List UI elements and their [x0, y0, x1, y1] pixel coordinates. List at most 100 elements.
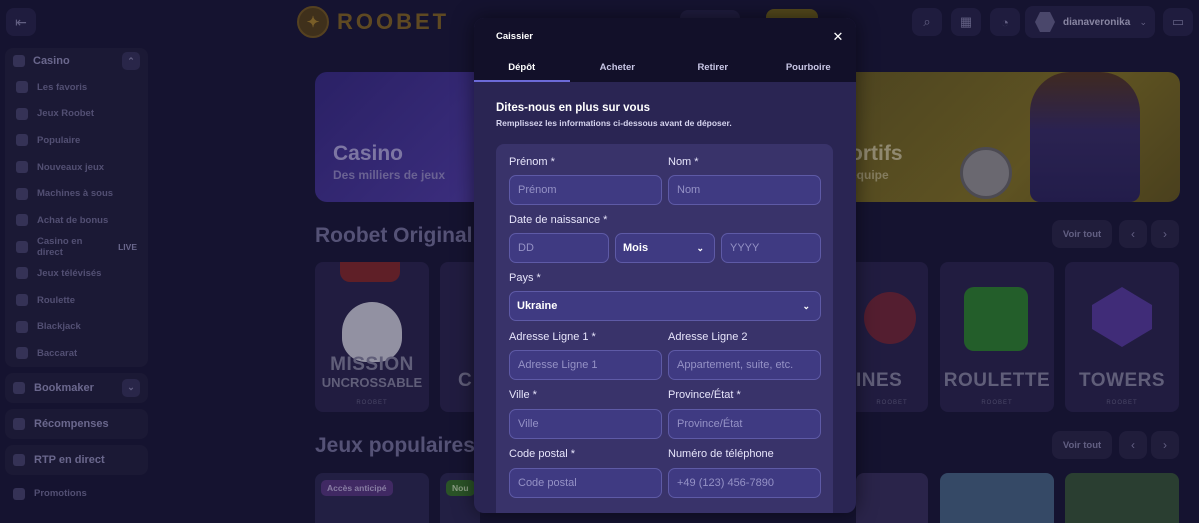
soccer-ball-image [960, 147, 1012, 199]
roobet-logo-icon: ✦ [297, 6, 329, 38]
sidebar-item-label: Les favoris [37, 81, 88, 93]
user-menu[interactable]: dianaveronika ⌄ [1025, 6, 1155, 38]
casino-icon [13, 55, 25, 67]
sidebar-item-icon [16, 214, 28, 227]
country-select[interactable]: Ukraine ⌄ [509, 291, 821, 321]
postal-code-input[interactable]: Code postal [509, 468, 662, 498]
dob-year-input[interactable]: YYYY [721, 233, 821, 263]
sidebar-item-icon [16, 161, 28, 174]
kyc-form: Prénom * Nom * Prénom Nom Date de naissa… [496, 144, 833, 513]
modal-body: Dites-nous en plus sur vous Remplissez l… [474, 82, 856, 513]
first-name-input[interactable]: Prénom [509, 175, 662, 205]
phone-input[interactable]: +49 (123) 456-7890 [668, 468, 821, 498]
logo[interactable]: ✦ ROOBET [297, 6, 449, 38]
game-title: TOWERS [1078, 370, 1166, 391]
collapse-sidebar-icon[interactable]: ⇤ [6, 8, 36, 36]
chevron-down-icon: ⌄ [1139, 16, 1147, 27]
sidebar-bookmaker[interactable]: Bookmaker ⌄ [5, 372, 148, 403]
tab-deposit[interactable]: Dépôt [474, 56, 570, 82]
sidebar-item[interactable]: Baccarat [5, 340, 148, 367]
sidebar-item[interactable]: Roulette [5, 287, 148, 314]
popular-game-card[interactable] [856, 473, 928, 523]
address1-input[interactable]: Adresse Ligne 1 [509, 350, 662, 380]
province-input[interactable]: Province/État [668, 409, 821, 439]
chevron-right-icon[interactable]: › [1151, 220, 1179, 248]
new-badge: Nou [446, 480, 475, 496]
chevron-left-icon[interactable]: ‹ [1119, 220, 1147, 248]
sidebar-item[interactable]: Les favoris [5, 74, 148, 101]
casino-banner-subtitle: Des milliers de jeux [333, 168, 446, 182]
modal-title: Caissier [496, 31, 533, 42]
sidebar-item[interactable]: Jeux Roobet [5, 101, 148, 128]
roulette-art [964, 287, 1028, 351]
originals-see-all-button[interactable]: Voir tout [1052, 220, 1112, 248]
user-avatar-icon [1035, 12, 1055, 32]
popular-game-card[interactable] [940, 473, 1054, 523]
chicken-art [342, 302, 402, 362]
sidebar-item-icon [16, 267, 28, 280]
sidebar-item-icon [16, 134, 28, 147]
tab-buy[interactable]: Acheter [570, 56, 666, 82]
sidebar-item[interactable]: Jeux télévisés [5, 260, 148, 287]
game-card-roulette[interactable]: ROULETTE ROOBET [940, 262, 1054, 412]
chevron-left-icon[interactable]: ‹ [1119, 431, 1147, 459]
sidebar-bookmaker-label: Bookmaker [34, 381, 94, 394]
chat-icon[interactable]: ▭ [1163, 8, 1193, 36]
dob-month-select[interactable]: Mois ⌄ [615, 233, 715, 263]
sidebar-item-icon [16, 107, 28, 120]
close-icon[interactable]: ✕ [830, 29, 846, 45]
search-icon[interactable]: ⌕ [912, 8, 942, 36]
sidebar-rewards[interactable]: Récompenses [5, 408, 148, 439]
sidebar-item[interactable]: Casino en direct LIVE [5, 234, 148, 261]
address2-input[interactable]: Appartement, suite, etc. [668, 350, 821, 380]
tab-tip[interactable]: Pourboire [761, 56, 857, 82]
gift-icon [13, 417, 25, 430]
casino-banner[interactable]: Casino Des milliers de jeux [315, 72, 485, 202]
rtp-icon [13, 453, 25, 466]
game-title: INES [856, 370, 903, 391]
first-name-label: Prénom * [509, 156, 555, 168]
modal-header: Caissier ✕ Dépôt Acheter Retirer Pourboi… [474, 18, 856, 82]
gift-icon[interactable]: ▦ [951, 8, 981, 36]
sidebar-casino-header[interactable]: Casino ⌃ [5, 48, 148, 74]
sidebar-rtp[interactable]: RTP en direct [5, 444, 148, 475]
car-art [340, 262, 400, 282]
game-card-mines[interactable]: INES ROOBET [856, 262, 928, 412]
chevron-right-icon[interactable]: › [1151, 431, 1179, 459]
dob-month-value: Mois [623, 242, 649, 254]
game-title: ROULETTE [943, 370, 1051, 391]
province-label: Province/État * [668, 389, 741, 401]
bell-icon[interactable]: ◔ [990, 8, 1020, 36]
sidebar-item-label: Machines à sous [37, 188, 114, 200]
sidebar-item[interactable]: Nouveaux jeux [5, 154, 148, 181]
sidebar-item[interactable]: Machines à sous [5, 180, 148, 207]
city-input[interactable]: Ville [509, 409, 662, 439]
dob-label: Date de naissance * [509, 214, 608, 226]
game-brand: ROOBET [876, 400, 908, 406]
city-label: Ville * [509, 389, 537, 401]
popular-game-card[interactable] [1065, 473, 1179, 523]
sidebar-item-label: Nouveaux jeux [37, 161, 105, 173]
game-card-mission-uncrossable[interactable]: MISSION UNCROSSABLE ROOBET [315, 262, 429, 412]
sidebar-item[interactable]: Blackjack [5, 313, 148, 340]
tab-withdraw[interactable]: Retirer [665, 56, 761, 82]
sidebar-item[interactable]: Populaire [5, 127, 148, 154]
sports-banner[interactable]: ortifs équipe [820, 72, 1180, 202]
bomb-art [864, 292, 916, 344]
chevron-up-icon[interactable]: ⌃ [122, 52, 140, 70]
phone-label: Numéro de téléphone [668, 448, 774, 460]
game-brand: ROOBET [356, 400, 388, 406]
originals-section-title: Roobet Original [315, 224, 473, 247]
sidebar-item-icon [16, 81, 28, 94]
sidebar-promotions[interactable]: Promotions [5, 481, 148, 508]
sidebar-item-label: Jeux Roobet [37, 108, 95, 120]
game-card-towers[interactable]: TOWERS ROOBET [1065, 262, 1179, 412]
sidebar-item[interactable]: Achat de bonus [5, 207, 148, 234]
dob-day-input[interactable]: DD [509, 233, 609, 263]
chevron-down-icon[interactable]: ⌄ [122, 378, 140, 397]
sidebar-item-label: Jeux télévisés [37, 267, 102, 279]
chevron-down-icon: ⌄ [802, 300, 810, 311]
last-name-input[interactable]: Nom [668, 175, 821, 205]
popular-game-card[interactable]: Accès anticipé [315, 473, 429, 523]
popular-see-all-button[interactable]: Voir tout [1052, 431, 1112, 459]
